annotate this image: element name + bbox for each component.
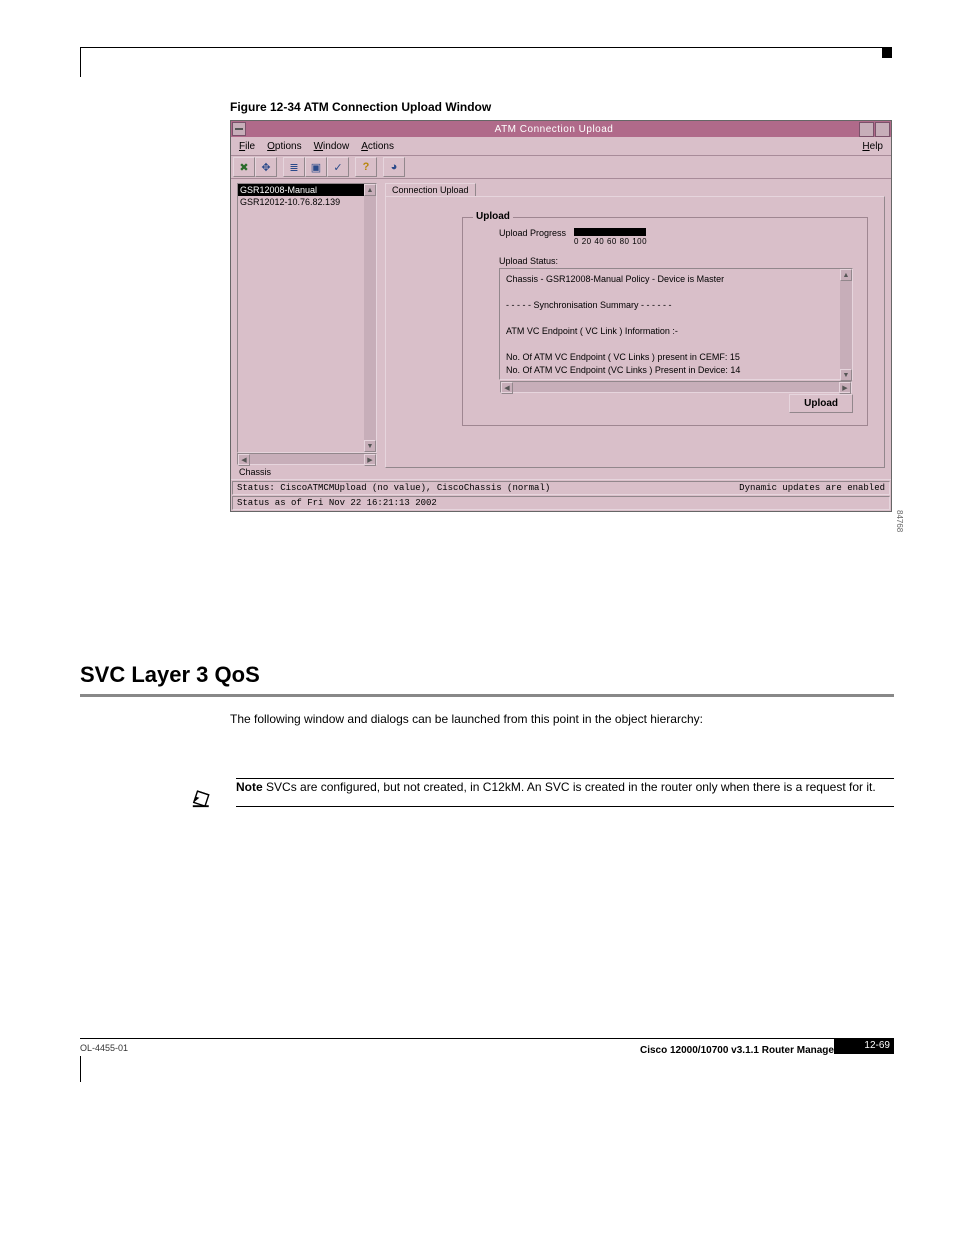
section-rule (80, 694, 894, 697)
list-vscrollbar[interactable]: ▲ ▼ (364, 184, 376, 452)
section-paragraph: The following window and dialogs can be … (230, 711, 894, 728)
status-text: Chassis - GSR12008-Manual Policy - Devic… (500, 269, 840, 381)
menu-actions[interactable]: Actions (357, 140, 398, 153)
toolbar-btn-5[interactable]: ✓ (327, 157, 349, 177)
leftpane-label: Chassis (239, 467, 377, 477)
scroll-up-icon[interactable]: ▲ (840, 269, 852, 281)
menu-file[interactable]: File (235, 140, 259, 153)
statusbar-timestamp: Status as of Fri Nov 22 16:21:13 2002 (237, 498, 437, 508)
list-item[interactable]: GSR12012-10.76.82.139 (238, 196, 364, 208)
progress-bar: 0 20 40 60 80 100 (574, 228, 662, 246)
footer-ref: OL-4455-01 (80, 1043, 128, 1056)
toolbar-info-icon[interactable]: ◕ (383, 157, 405, 177)
list-item[interactable]: GSR12008-Manual (238, 184, 364, 196)
scroll-up-icon[interactable]: ▲ (364, 184, 376, 196)
page-footer: 12-69 OL-4455-01 Cisco 12000/10700 v3.1.… (80, 1038, 894, 1056)
page-number: 12-69 (834, 1038, 894, 1054)
figure-id: 84768 (895, 510, 904, 532)
toolbar: ✖ ✥ ≣ ▣ ✓ ? ◕ (231, 156, 891, 179)
app-window: ATM Connection Upload File Options Windo… (230, 120, 892, 512)
figure-caption: Figure 12-34 ATM Connection Upload Windo… (230, 100, 894, 114)
toolbar-btn-1[interactable]: ✖ (233, 157, 255, 177)
scroll-down-icon[interactable]: ▼ (840, 369, 852, 381)
menubar: File Options Window Actions Help (231, 137, 891, 156)
minimize-icon[interactable] (859, 122, 874, 137)
upload-group: Upload Upload Progress 0 20 40 60 80 100… (462, 217, 868, 426)
note-rule-bottom (236, 806, 894, 807)
status-label: Upload Status: (499, 256, 853, 266)
scroll-right-icon[interactable]: ▶ (364, 454, 376, 466)
status-box: Chassis - GSR12008-Manual Policy - Devic… (499, 268, 853, 380)
note-icon (190, 778, 220, 808)
status-hscrollbar[interactable]: ◀ ▶ (500, 381, 852, 393)
maximize-icon[interactable] (875, 122, 890, 137)
menu-help[interactable]: Help (858, 140, 887, 153)
menu-window[interactable]: Window (310, 140, 354, 153)
toolbar-help-icon[interactable]: ? (355, 157, 377, 177)
scroll-left-icon[interactable]: ◀ (238, 454, 250, 466)
window-title: ATM Connection Upload (250, 124, 858, 135)
titlebar[interactable]: ATM Connection Upload (231, 121, 891, 137)
statusbar: Status: CiscoATMCMUpload (no value), Cis… (231, 479, 891, 510)
progress-label: Upload Progress (499, 228, 566, 238)
note-label: Note (236, 780, 263, 794)
group-label: Upload (473, 211, 513, 222)
menu-options[interactable]: Options (263, 140, 305, 153)
toolbar-btn-4[interactable]: ▣ (305, 157, 327, 177)
system-menu-icon[interactable] (232, 122, 246, 136)
section-heading: SVC Layer 3 QoS (80, 662, 894, 688)
toolbar-btn-3[interactable]: ≣ (283, 157, 305, 177)
list-hscrollbar[interactable]: ◀ ▶ (237, 453, 377, 465)
progress-ticks: 0 20 40 60 80 100 (574, 237, 662, 246)
note-text: SVCs are configured, but not created, in… (266, 780, 876, 794)
status-vscrollbar[interactable]: ▲ ▼ (840, 269, 852, 381)
statusbar-left: Status: CiscoATMCMUpload (no value), Cis… (237, 483, 550, 493)
tab-connection-upload[interactable]: Connection Upload (385, 183, 476, 196)
toolbar-btn-2[interactable]: ✥ (255, 157, 277, 177)
scroll-down-icon[interactable]: ▼ (364, 440, 376, 452)
chassis-list[interactable]: GSR12008-Manual GSR12012-10.76.82.139 ▲ … (237, 183, 377, 453)
upload-button[interactable]: Upload (789, 394, 853, 413)
statusbar-right: Dynamic updates are enabled (739, 483, 885, 493)
scroll-left-icon[interactable]: ◀ (501, 382, 513, 394)
scroll-right-icon[interactable]: ▶ (839, 382, 851, 394)
